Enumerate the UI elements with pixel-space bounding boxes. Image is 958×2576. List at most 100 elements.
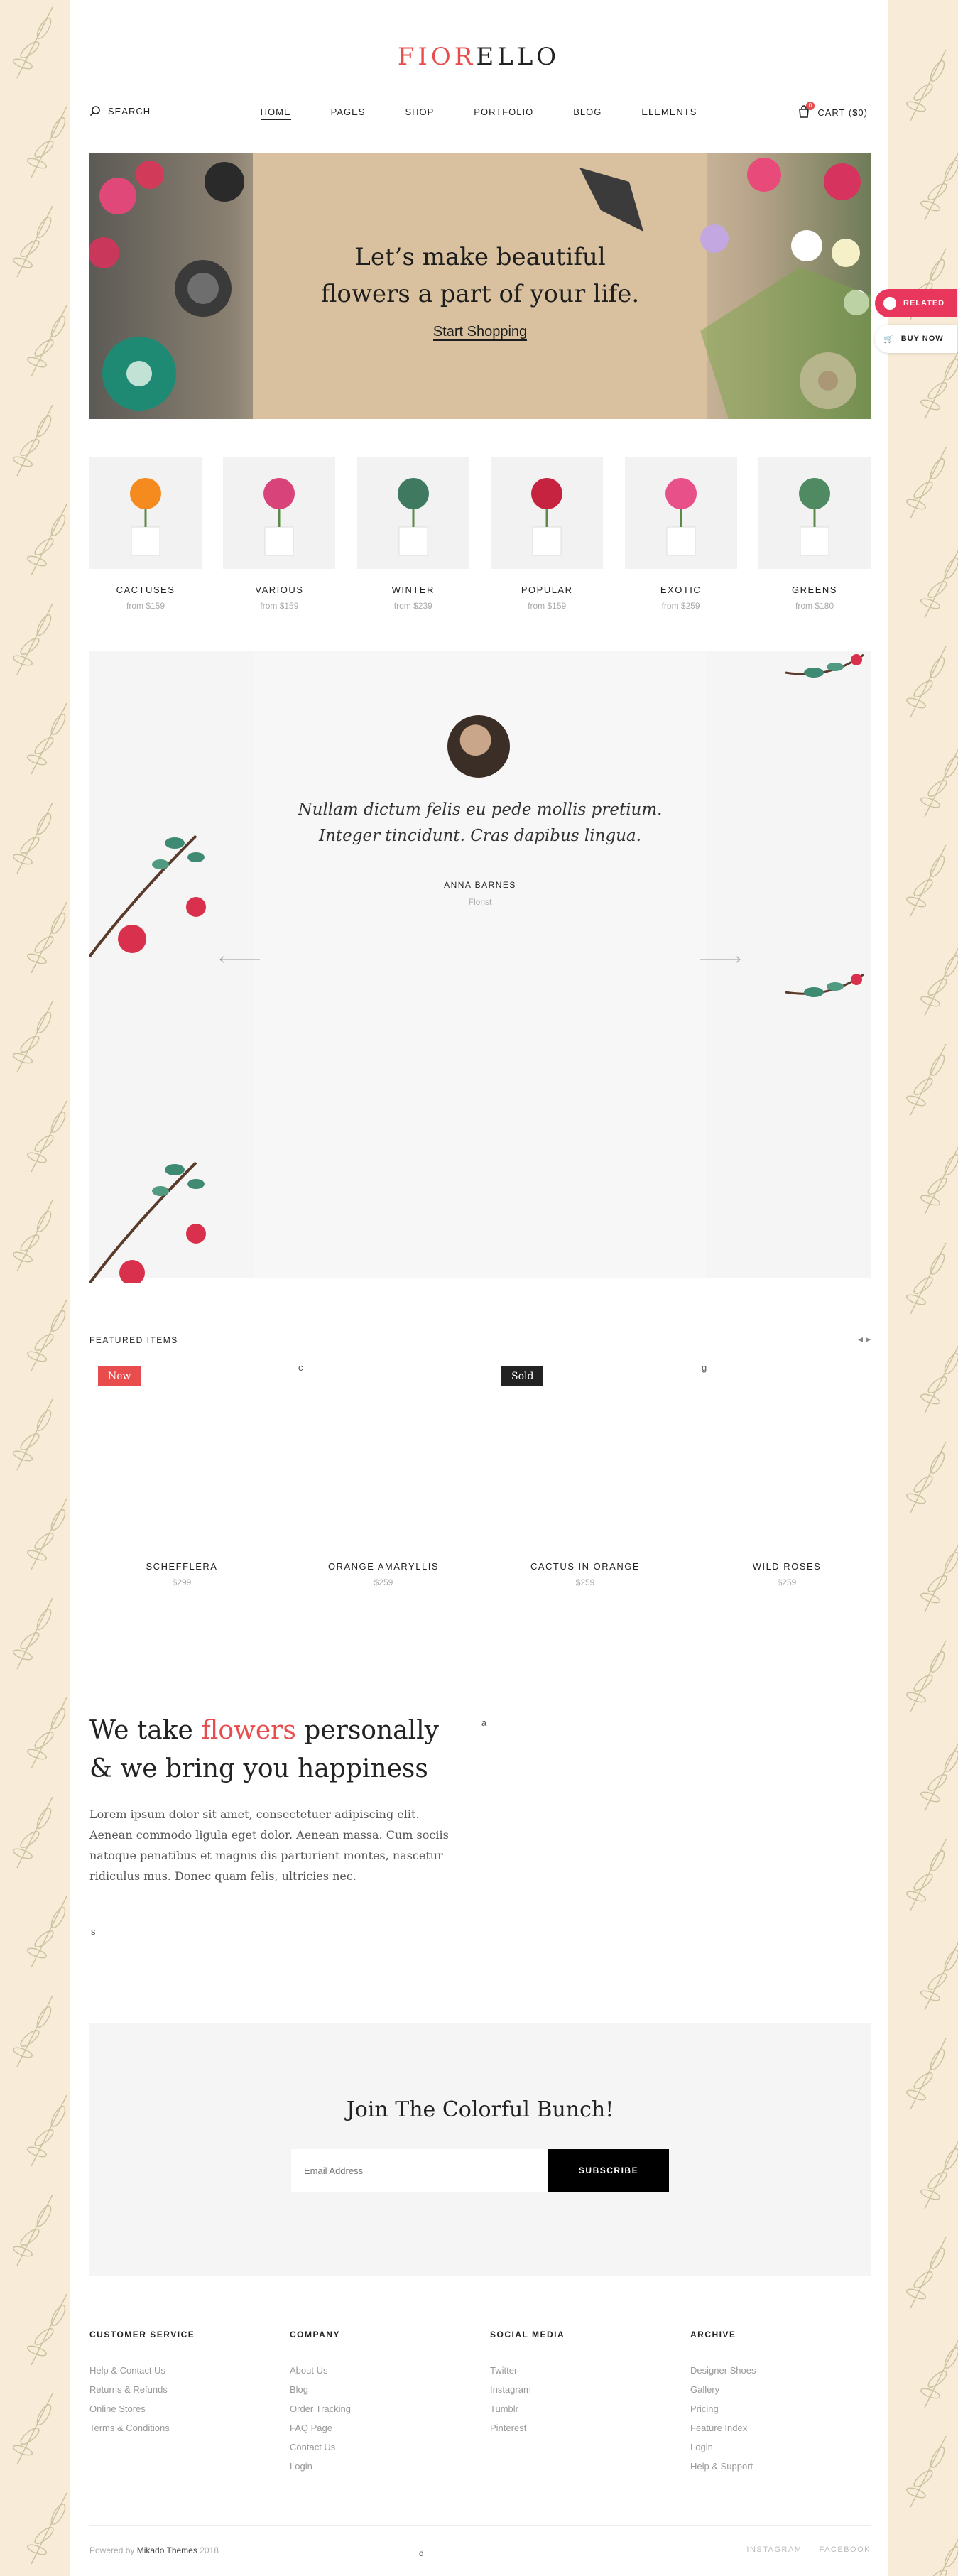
footer-link[interactable]: Feature Index [690,2418,875,2438]
footer-link[interactable]: Login [290,2457,474,2476]
footer-link[interactable]: Tumblr [490,2399,675,2418]
category-name: WINTER [391,585,435,595]
product-card[interactable]: g WILD ROSES $259 [695,1362,879,1587]
powered-by: Powered by Mikado Themes 2018 [89,2545,219,2555]
footer-link[interactable]: Help & Contact Us [89,2361,274,2380]
leaf-sprig-icon [920,2141,958,2210]
footer-link[interactable]: About Us [290,2361,474,2380]
leaf-sprig-icon [12,1398,53,1471]
product-card[interactable]: New SCHEFFLERA $299 [89,1362,274,1587]
category-price: from $259 [661,601,700,611]
leaf-sprig-icon [905,1839,947,1911]
start-shopping-link[interactable]: Start Shopping [89,324,871,341]
footer-link[interactable]: Gallery [690,2380,875,2399]
product-price: $259 [374,1577,393,1587]
category-image [89,457,202,569]
arrow-right-icon[interactable] [699,955,741,964]
category-image [624,457,737,569]
related-tab[interactable]: RELATED [875,289,957,317]
leaf-sprig-icon [905,2237,947,2309]
product-image-placeholder: c [298,1362,303,1373]
category-image [491,457,604,569]
leaf-sprig-icon [12,2393,53,2465]
about-image-placeholder: a [481,1717,487,1728]
product-image: New [89,1362,274,1575]
footer-link[interactable]: FAQ Page [290,2418,474,2438]
cart-icon: 0 [798,102,815,120]
branch-decor-left-lower [89,1161,206,1283]
about-headline: We take flowers personally & we bring you… [89,1716,439,1783]
category-name: POPULAR [521,585,573,595]
testimonial-quote: Nullam dictum felis eu pede mollis preti… [298,800,663,845]
product-image-placeholder: g [702,1362,707,1373]
nav-menu: HOME PAGES SHOP PORTFOLIO BLOG ELEMENTS [89,107,868,120]
leaf-sprig-icon [905,1242,947,1315]
leaf-sprig-icon [920,2339,958,2408]
chevron-right-icon[interactable]: ▸ [866,1333,871,1344]
leaf-sprig-icon [920,1146,958,1215]
footer-link[interactable]: Returns & Refunds [89,2380,274,2399]
buy-now-tab[interactable]: 🛒 BUY NOW [875,325,957,353]
footer-link[interactable]: Designer Shoes [690,2361,875,2380]
footer-link[interactable]: Instagram [490,2380,675,2399]
product-card[interactable]: Sold CACTUS IN ORANGE $259 [493,1362,677,1587]
leaf-sprig-icon [920,152,958,221]
footer-link[interactable]: Blog [290,2380,474,2399]
site-logo[interactable]: FIORELLO [70,43,888,71]
footer-column: SOCIAL MEDIA Twitter Instagram Tumblr Pinter… [490,2330,675,2438]
footer-link[interactable]: Twitter [490,2361,675,2380]
footer-link[interactable]: Contact Us [290,2438,474,2457]
category-card[interactable]: CACTUSES from $159 [89,457,202,611]
category-price: from $159 [528,601,567,611]
subscribe-button[interactable]: SUBSCRIBE [548,2149,669,2192]
nav-item-shop[interactable]: SHOP [405,107,434,119]
nav-item-elements[interactable]: ELEMENTS [641,107,697,119]
footer-link[interactable]: Pricing [690,2399,875,2418]
category-card[interactable]: EXOTIC from $259 [624,457,737,611]
leaf-sprig-icon [920,351,958,420]
nav-item-blog[interactable]: BLOG [573,107,602,119]
product-image: c [291,1362,476,1575]
footer-link[interactable]: Terms & Conditions [89,2418,274,2438]
footer-link[interactable]: Pinterest [490,2418,675,2438]
category-card[interactable]: WINTER from $239 [356,457,469,611]
footer-bottom: Powered by Mikado Themes 2018 d INSTAGRA… [89,2525,871,2558]
leaf-sprig-icon [905,447,947,519]
leaf-sprig-icon [12,1796,53,1869]
leaf-sprig-icon [12,2194,53,2266]
leaf-sprig-icon [12,404,53,477]
footer-link[interactable]: Order Tracking [290,2399,474,2418]
chevron-left-icon[interactable]: ◂ [858,1333,863,1344]
category-name: GREENS [792,585,837,595]
nav-item-home[interactable]: HOME [260,107,291,120]
category-card[interactable]: GREENS from $180 [758,457,871,611]
nav-item-pages[interactable]: PAGES [331,107,366,119]
leaf-sprig-icon [12,1200,53,1272]
footer-link[interactable]: Help & Support [690,2457,875,2476]
social-link-instagram[interactable]: INSTAGRAM [746,2545,802,2554]
arrow-left-icon[interactable] [219,955,261,964]
cart-link[interactable]: 0 CART ($0) [798,102,868,120]
category-image [223,457,336,569]
cart-count-badge: 0 [806,102,815,110]
footer-link[interactable]: Login [690,2438,875,2457]
leaf-sprig-icon [920,1743,958,1812]
leaf-sprig-icon [920,1544,958,1613]
featured-items-title: FEATURED ITEMS [89,1335,178,1345]
category-price: from $159 [260,601,299,611]
leaf-sprig-icon [905,1640,947,1712]
nav-item-portfolio[interactable]: PORTFOLIO [474,107,533,119]
testimonial-section: Nullam dictum felis eu pede mollis preti… [89,651,871,1283]
social-link-facebook[interactable]: FACEBOOK [819,2545,871,2554]
about-section: We take flowers personally & we bring you… [89,1712,459,1886]
product-badge-new: New [98,1366,141,1386]
category-card[interactable]: POPULAR from $159 [491,457,604,611]
product-card[interactable]: c ORANGE AMARYLLIS $259 [291,1362,476,1587]
branch-decor-right-top [785,653,864,678]
email-field[interactable] [291,2149,548,2192]
category-card[interactable]: VARIOUS from $159 [223,457,336,611]
category-name: CACTUSES [116,585,175,595]
footer-link[interactable]: Online Stores [89,2399,274,2418]
product-price: $259 [777,1577,797,1587]
powered-brand-link[interactable]: Mikado Themes [137,2545,197,2555]
